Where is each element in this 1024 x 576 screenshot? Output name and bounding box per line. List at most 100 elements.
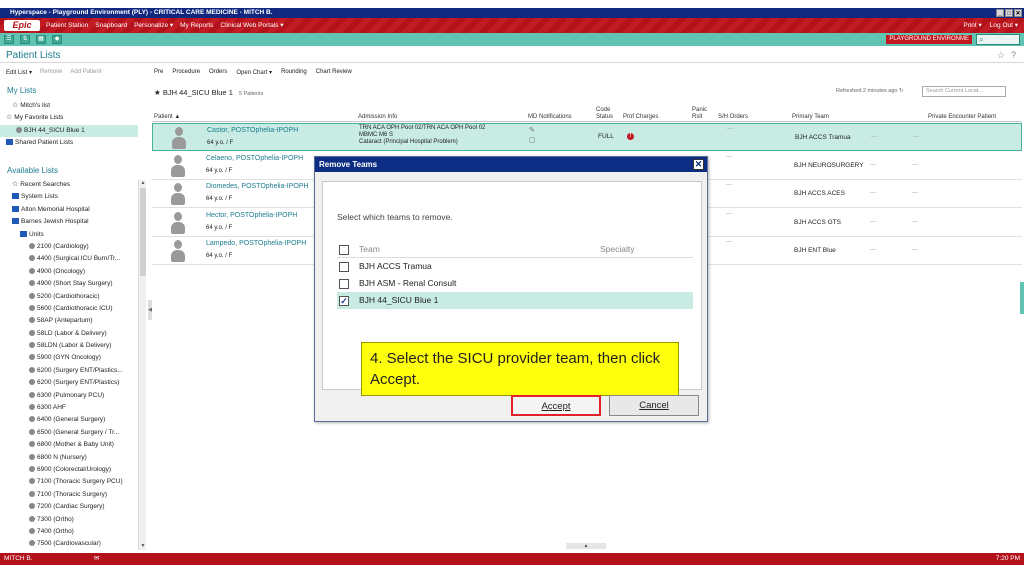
available-list-item[interactable]: Barnes Jewish Hospital xyxy=(0,216,138,228)
my-list-item[interactable]: ☆ My Favorite Lists xyxy=(0,112,138,124)
scroll-thumb[interactable] xyxy=(140,188,146,276)
epic-menu-item[interactable]: My Reports xyxy=(180,18,213,33)
team-checkbox[interactable] xyxy=(339,262,349,272)
patient-row[interactable]: Castor, POSTOphelia-IPOPH 64 y.o. / F TRN … xyxy=(152,123,1022,151)
available-list-item[interactable]: 7100 (Thoracic Surgery) xyxy=(0,489,138,501)
list-star-icon[interactable]: ★ xyxy=(154,88,161,97)
shield-icon[interactable]: ◆ xyxy=(52,35,62,44)
patient-list-icon[interactable]: ☰ xyxy=(4,35,14,44)
available-list-item[interactable]: 5200 (Cardiothoracic) xyxy=(0,291,138,303)
available-list-item[interactable]: 2100 (Cardiology) xyxy=(0,241,138,253)
available-list-item[interactable]: 6800 N (Nursery) xyxy=(0,452,138,464)
select-all-checkbox[interactable] xyxy=(339,245,349,255)
epic-logo[interactable]: Epic xyxy=(4,20,40,31)
my-list-item[interactable]: ☆ Mitch's list xyxy=(0,100,138,112)
maximize-icon[interactable]: □ xyxy=(1005,9,1013,17)
toolbar-button[interactable]: Chart Review xyxy=(316,69,352,76)
add-patient-button[interactable]: Add Patient xyxy=(70,69,101,76)
available-list-item[interactable]: 6500 (General Surgery / Tr... xyxy=(0,427,138,439)
col-code-status[interactable]: Code Status xyxy=(596,101,620,121)
accept-button[interactable]: Accept xyxy=(511,395,601,416)
patient-name[interactable]: Lampedo, POSTOphelia-IPOPH xyxy=(206,240,306,247)
close-icon[interactable]: ✕ xyxy=(1014,9,1022,17)
col-private-encounter[interactable]: Private Encounter Patient xyxy=(928,101,998,121)
available-list-item[interactable]: Units xyxy=(0,229,138,241)
epic-menu-item[interactable]: Personalize ▾ xyxy=(134,18,173,33)
patient-name[interactable]: Celaeno, POSTOphelia-IPOPH xyxy=(206,155,303,162)
search-current-location-input[interactable]: Search Current Locat... xyxy=(922,86,1006,97)
available-list-item[interactable]: Alton Memorial Hospital xyxy=(0,204,138,216)
available-list-item[interactable]: 58LD (Labor & Delivery) xyxy=(0,328,138,340)
favorite-star-icon[interactable]: ☆ xyxy=(997,50,1005,61)
minimize-icon[interactable]: _ xyxy=(996,9,1004,17)
cancel-button[interactable]: Cancel xyxy=(609,395,699,416)
toolbar-button[interactable]: Open Chart ▾ xyxy=(236,69,272,76)
team-checkbox[interactable] xyxy=(339,279,349,289)
horizontal-scroll-handle[interactable]: ▲ xyxy=(566,543,606,549)
epic-menu-item[interactable]: Patient Station xyxy=(46,18,88,33)
sidebar-scrollbar[interactable]: ▲ ▼ xyxy=(138,180,146,550)
col-admission[interactable]: Admission Info xyxy=(358,101,397,121)
team-checkbox[interactable]: ✓ xyxy=(339,296,349,306)
toolbar-button[interactable]: Pre xyxy=(154,69,163,76)
md-notification-icons[interactable]: ✎ ▢ xyxy=(529,126,536,146)
available-list-item[interactable]: 5600 (Cardiothoracic ICU) xyxy=(0,303,138,315)
available-list-item[interactable]: 7200 (Cardiac Surgery) xyxy=(0,501,138,513)
available-list-item[interactable]: 4400 (Surgical ICU Burn/Tr... xyxy=(0,253,138,265)
available-list-item[interactable]: 7400 (Ortho) xyxy=(0,526,138,538)
available-list-item[interactable]: 58AP (Antepartum) xyxy=(0,315,138,327)
available-list-item[interactable]: 5900 (GYN Oncology) xyxy=(0,352,138,364)
available-list-item[interactable]: 4900 (Short Stay Surgery) xyxy=(0,278,138,290)
scroll-up-icon[interactable]: ▲ xyxy=(139,180,147,187)
patient-name[interactable]: Castor, POSTOphelia-IPOPH xyxy=(207,127,298,134)
epic-right-item[interactable]: Print ▾ xyxy=(963,18,981,33)
col-prof-charges[interactable]: Prof Charges xyxy=(623,101,658,121)
dialog-close-icon[interactable]: ✕ xyxy=(693,159,704,170)
available-list-item[interactable]: 58LDN (Labor & Delivery) xyxy=(0,340,138,352)
col-sh-orders[interactable]: S/H Orders xyxy=(718,101,748,121)
my-list-item[interactable]: Shared Patient Lists xyxy=(0,137,138,149)
available-list-item[interactable]: 6300 AHF xyxy=(0,402,138,414)
col-primary-team[interactable]: Primary Team xyxy=(792,101,829,121)
scroll-down-icon[interactable]: ▼ xyxy=(139,543,147,550)
edit-list-button[interactable]: Edit List ▾ xyxy=(6,69,32,76)
toolbar-button[interactable]: Orders xyxy=(209,69,227,76)
epic-right-item[interactable]: Log Out ▾ xyxy=(990,18,1018,33)
patient-name[interactable]: Hector, POSTOphelia-IPOPH xyxy=(206,212,297,219)
side-panel-tab[interactable] xyxy=(1020,282,1024,314)
epic-menu-item[interactable]: Snapboard xyxy=(95,18,127,33)
available-list-item[interactable]: 6200 (Surgery ENT/Plastics) xyxy=(0,377,138,389)
team-row[interactable]: BJH ACCS Tramua xyxy=(337,258,693,275)
patient-name[interactable]: Diomedes, POSTOphelia-IPOPH xyxy=(206,183,309,190)
available-list-item[interactable]: 4900 (Oncology) xyxy=(0,266,138,278)
epic-search-box[interactable]: ⌕ xyxy=(976,34,1020,45)
team-row[interactable]: BJH ASM - Renal Consult xyxy=(337,275,693,292)
available-list-item[interactable]: 6800 (Mother & Baby Unit) xyxy=(0,439,138,451)
available-list-item[interactable]: System Lists xyxy=(0,191,138,203)
epic-menu-item[interactable]: Clinical Web Portals ▾ xyxy=(220,18,283,33)
available-list-item[interactable]: 7300 (Ortho) xyxy=(0,514,138,526)
available-list-item[interactable]: 6200 (Surgery ENT/Plastics... xyxy=(0,365,138,377)
remove-button[interactable]: Remove xyxy=(40,69,62,76)
chat-icon[interactable]: ▢ xyxy=(529,137,536,144)
grid-icon[interactable]: ▦ xyxy=(36,35,46,44)
available-list-item[interactable]: 7100 (Thoracic Surgery PCU) xyxy=(0,476,138,488)
toolbar-button[interactable]: Rounding xyxy=(281,69,307,76)
available-list-item[interactable]: ☆ Recent Searches xyxy=(0,179,138,191)
toolbar-button[interactable]: Procedure xyxy=(172,69,200,76)
col-md-notifications[interactable]: MD Notifications xyxy=(528,101,572,121)
pane-splitter[interactable]: ◀ xyxy=(148,300,152,320)
refresh-icon[interactable]: ↻ xyxy=(899,88,904,94)
col-panic-result[interactable]: Panic Rslt xyxy=(692,101,712,121)
sort-icon[interactable]: ⇅ xyxy=(20,35,30,44)
team-row[interactable]: ✓ BJH 44_SICU Blue 1 xyxy=(337,292,693,309)
alert-icon[interactable]: ! xyxy=(627,133,634,140)
available-list-item[interactable]: 7500 (Cardiovascular) xyxy=(0,538,138,550)
status-mail-icon[interactable]: ✉ xyxy=(94,553,99,565)
available-list-item[interactable]: 6400 (General Surgery) xyxy=(0,414,138,426)
available-list-item[interactable]: 6300 (Pulmonary PCU) xyxy=(0,390,138,402)
col-patient[interactable]: Patient ▲ xyxy=(154,101,180,121)
available-list-item[interactable]: 6900 (Colorectal/Urology) xyxy=(0,464,138,476)
note-icon[interactable]: ✎ xyxy=(529,127,535,134)
help-icon[interactable]: ? xyxy=(1011,50,1016,61)
